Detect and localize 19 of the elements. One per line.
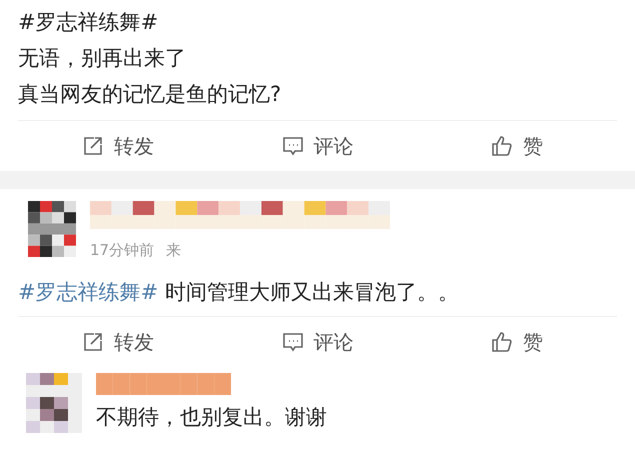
action-button[interactable]: 评论 xyxy=(218,132,418,160)
post-text: 真当网友的记忆是鱼的记忆? xyxy=(18,81,282,108)
action-button[interactable]: 转发 xyxy=(18,132,218,160)
post-text: #罗志祥练舞# 时间管理大师又出来冒泡了。。 xyxy=(17,279,460,306)
post-meta: 17分钟前 xyxy=(90,241,154,260)
post-meta: 来 xyxy=(166,241,182,260)
thumbs-up-icon xyxy=(491,331,514,353)
action-button[interactable]: 赞 xyxy=(417,328,618,356)
comment-icon xyxy=(282,135,304,157)
share-icon xyxy=(82,135,104,157)
comment-text: 不期待，也别复出。谢谢 xyxy=(96,404,327,431)
share-icon xyxy=(82,331,104,353)
comment-icon xyxy=(282,331,304,353)
action-button[interactable]: 转发 xyxy=(18,328,218,356)
action-button[interactable]: 赞 xyxy=(417,132,618,160)
post-text: 无语，别再出来了 xyxy=(18,45,187,72)
action-button[interactable]: 评论 xyxy=(218,328,418,356)
thumbs-up-icon xyxy=(491,135,514,157)
hashtag-link[interactable]: #罗志祥练舞# xyxy=(18,4,617,40)
